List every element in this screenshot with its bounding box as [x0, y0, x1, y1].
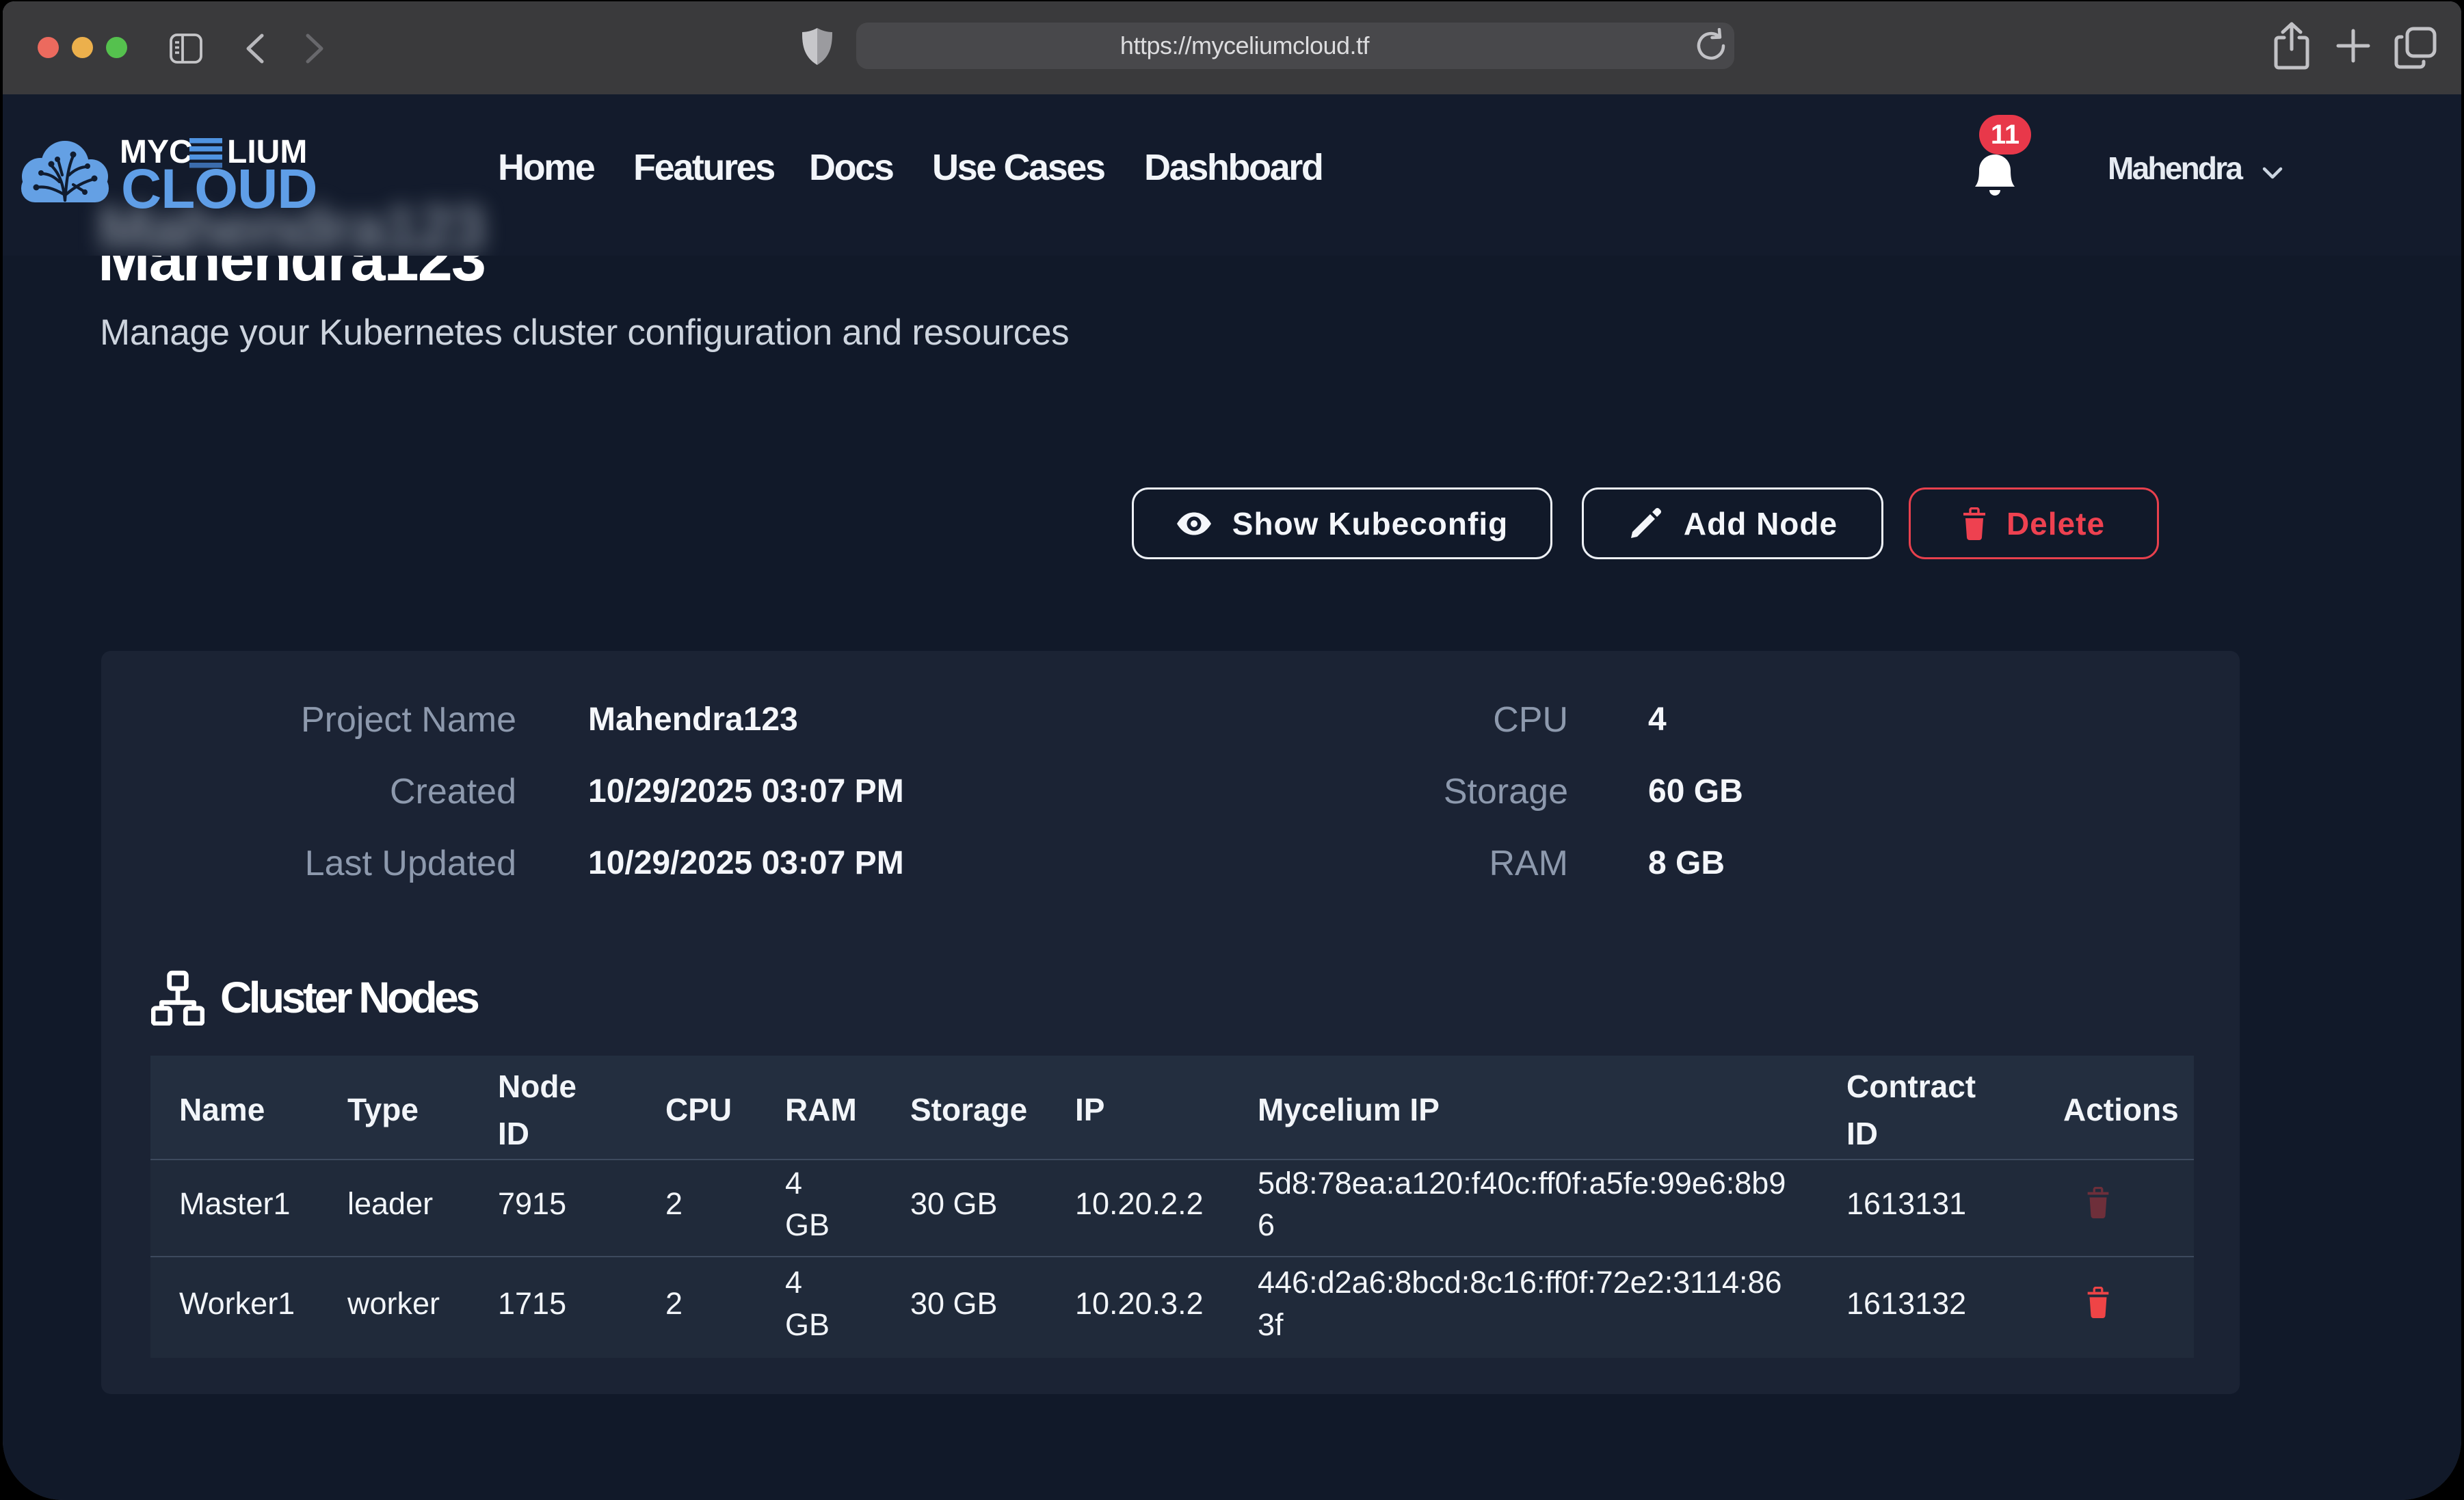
svg-text:CLOUD: CLOUD [121, 158, 317, 213]
